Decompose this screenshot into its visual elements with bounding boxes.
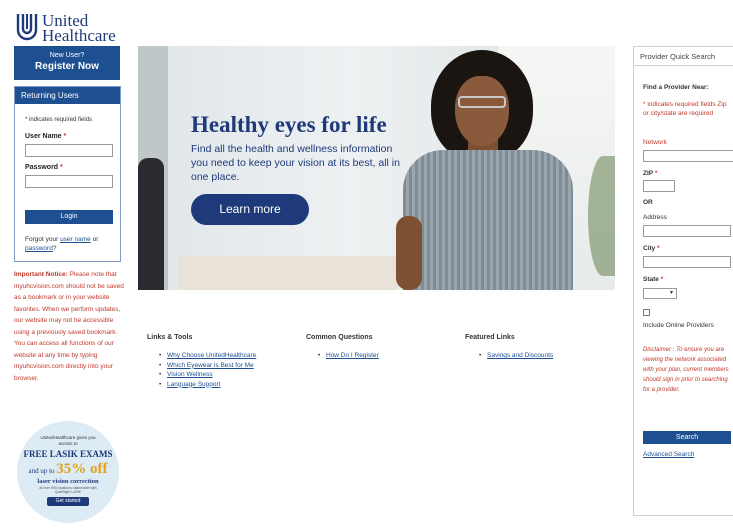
or-label: OR <box>643 199 653 206</box>
hero-bg-person <box>138 158 164 290</box>
promo-headline: FREE LASIK EXAMS <box>23 449 113 459</box>
hero-title: Healthy eyes for life <box>191 112 387 137</box>
login-panel: Returning Users * indicates required fie… <box>14 86 121 262</box>
hero-bg-plant <box>588 156 615 276</box>
featured-links-item[interactable]: Savings and Discounts <box>477 351 553 361</box>
provider-search-title: Provider Quick Search <box>634 47 733 66</box>
password-label: Password * <box>25 164 63 171</box>
promo-discount: and up to 35% off <box>28 461 108 477</box>
new-user-label: New User? <box>49 52 85 59</box>
notice-label: Important Notice: <box>14 271 68 278</box>
network-input[interactable] <box>643 150 733 162</box>
links-tools-item[interactable]: Which Eyewear is Best for Me <box>157 361 256 371</box>
city-label: City * <box>643 245 660 252</box>
links-tools-title: Links & Tools <box>147 334 193 341</box>
lasik-promo[interactable]: UnitedHealthcare gives you access to FRE… <box>17 421 119 523</box>
uhc-logo-icon <box>16 14 38 41</box>
advanced-search-link[interactable]: Advanced Search <box>643 451 694 458</box>
forgot-username-link[interactable]: user name <box>60 236 91 243</box>
city-input[interactable] <box>643 256 731 268</box>
promo-detail: laser vision correction <box>37 478 99 485</box>
hero-bg-table <box>178 256 398 290</box>
username-label: User Name * <box>25 133 67 140</box>
learn-more-button[interactable]: Learn more <box>191 194 309 225</box>
include-online-label: Include Online Providers <box>643 322 714 329</box>
common-questions-title: Common Questions <box>306 334 373 341</box>
zip-label: ZIP * <box>643 170 658 177</box>
unitedhealthcare-logo[interactable]: United Healthcare <box>16 10 136 46</box>
address-input[interactable] <box>643 225 731 237</box>
login-panel-title: Returning Users <box>15 87 120 104</box>
featured-links-title: Featured Links <box>465 334 515 341</box>
provider-disclaimer: Disclaimer : To ensure you are viewing t… <box>643 347 729 393</box>
links-tools-list: Why Choose UnitedHealthcare Which Eyewea… <box>157 351 256 389</box>
forgot-password-link[interactable]: password <box>25 245 53 252</box>
hero-woman-shirt <box>403 150 573 290</box>
zip-input[interactable] <box>643 180 675 192</box>
register-now-label: Register Now <box>35 61 99 72</box>
address-label: Address <box>643 214 667 221</box>
important-notice: Important Notice: Please note that myuhc… <box>14 269 126 384</box>
state-select[interactable]: ▾ <box>643 288 677 299</box>
state-label: State * <box>643 276 664 283</box>
forgot-credentials-text: Forgot your user name or password? <box>25 236 99 252</box>
network-label: Network <box>643 139 667 146</box>
links-tools-item[interactable]: Vision Wellness <box>157 370 256 380</box>
hero-woman-glasses <box>458 96 506 108</box>
common-questions-item[interactable]: How Do I Register <box>316 351 379 361</box>
find-provider-label: Find a Provider Near: <box>643 84 709 91</box>
promo-fine-print: at over 900 locations nationwide with Qu… <box>39 486 97 494</box>
logo-text-line2: Healthcare <box>42 26 116 45</box>
notice-text: Please note that myuhcvision.com should … <box>14 271 124 382</box>
provider-required-note: * indicates required fields Zip or city/… <box>643 101 727 117</box>
featured-links-list: Savings and Discounts <box>477 351 553 361</box>
username-input[interactable] <box>25 144 113 157</box>
hero-banner: Healthy eyes for life Find all the healt… <box>138 46 615 290</box>
promo-intro: UnitedHealthcare gives you access to <box>40 435 96 446</box>
links-tools-item[interactable]: Why Choose UnitedHealthcare <box>157 351 256 361</box>
login-button[interactable]: Login <box>25 210 113 224</box>
provider-search-button[interactable]: Search <box>643 431 731 444</box>
common-questions-list: How Do I Register <box>316 351 379 361</box>
hero-subtitle: Find all the health and wellness informa… <box>191 143 400 183</box>
login-required-note: * indicates required fields <box>25 117 93 123</box>
password-input[interactable] <box>25 175 113 188</box>
chevron-down-icon: ▾ <box>669 290 673 296</box>
promo-get-started-button[interactable]: Get started <box>47 497 89 506</box>
register-now-button[interactable]: New User? Register Now <box>14 46 120 80</box>
hero-woman-face <box>455 76 509 146</box>
provider-search-panel: Provider Quick Search Find a Provider Ne… <box>633 46 733 516</box>
hero-woman-arm <box>396 216 422 290</box>
links-tools-item[interactable]: Language Support <box>157 380 256 390</box>
include-online-checkbox[interactable] <box>643 309 650 316</box>
